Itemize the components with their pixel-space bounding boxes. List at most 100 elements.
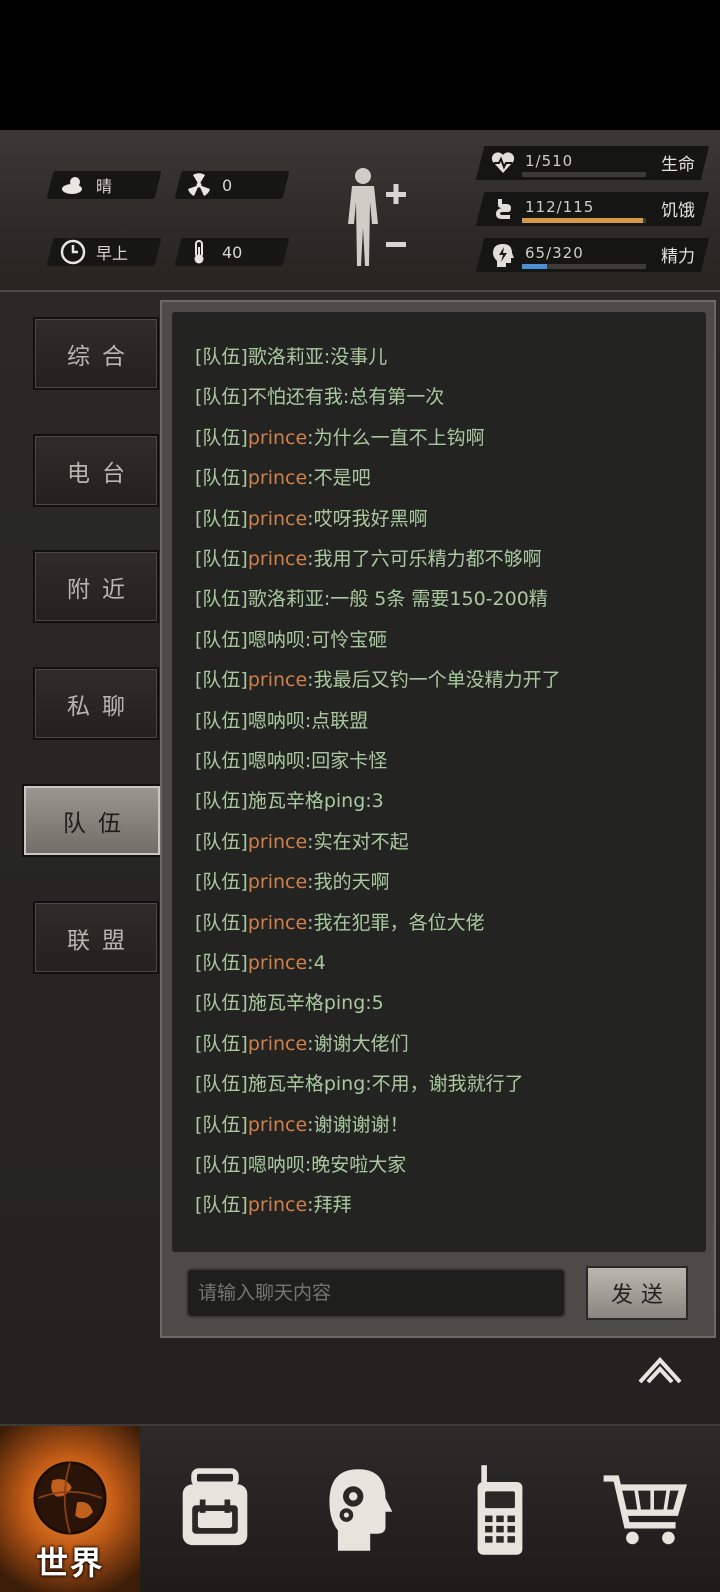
message-channel: [队伍] <box>195 709 248 732</box>
message-sender[interactable]: prince <box>248 1114 307 1136</box>
chat-message: [队伍]prince:不是吧 <box>195 463 371 490</box>
chat-message-list[interactable]: [队伍]歌洛莉亚:没事儿 [队伍]不怕还有我:总有第一次 [队伍]prince:为什… <box>172 312 706 1252</box>
stomach-icon <box>496 199 511 219</box>
chat-message: [队伍]prince:我在犯罪，各位大佬 <box>195 908 485 935</box>
message-channel: [队伍] <box>195 871 248 894</box>
chat-input[interactable] <box>186 1268 566 1318</box>
tab-label: 综合 <box>67 343 137 370</box>
message-channel: [队伍] <box>195 1154 248 1176</box>
send-label: 发送 <box>610 1283 671 1308</box>
stat-health-label: 生命 <box>661 155 695 175</box>
stat-hunger-bar <box>522 218 646 223</box>
weather-text: 晴 <box>96 177 113 196</box>
radiation-icon <box>188 173 210 196</box>
message-channel: [队伍] <box>195 1032 248 1055</box>
message-channel: [队伍] <box>195 467 248 490</box>
tab-team[interactable]: 队伍 <box>22 784 162 857</box>
radiation-value: 0 <box>222 175 233 195</box>
message-channel: [队伍] <box>195 911 248 934</box>
chat-message: [队伍]嗯呐呗:可怜宝砸 <box>195 625 387 652</box>
body-status-button[interactable] <box>338 166 418 270</box>
tab-nearby[interactable]: 附近 <box>33 550 159 623</box>
message-text: :哎呀我好黑啊 <box>307 507 428 530</box>
message-channel: [队伍] <box>195 346 248 368</box>
message-sender[interactable]: 施瓦辛格ping <box>248 790 365 812</box>
message-text: :实在对不起 <box>307 830 409 853</box>
nav-radio[interactable] <box>430 1426 570 1592</box>
chat-message: [队伍]prince:4 <box>195 948 326 975</box>
message-text: :拜拜 <box>307 1194 352 1217</box>
message-sender[interactable]: prince <box>248 508 307 530</box>
message-sender[interactable]: 嗯呐呗 <box>248 629 305 651</box>
message-sender[interactable]: prince <box>248 831 307 853</box>
time-of-day-text: 早上 <box>96 244 129 263</box>
chat-screen: 综合 电台 附近 私聊 队伍 联盟 [队伍]歌洛莉亚:没事儿 [队伍]不怕还有我:… <box>0 292 720 1424</box>
message-sender[interactable]: prince <box>248 467 307 489</box>
message-channel: [队伍] <box>195 750 248 772</box>
stat-hunger-label: 饥饿 <box>661 201 695 221</box>
chat-message: [队伍]prince:我最后又钓一个单没精力开了 <box>195 665 561 692</box>
stat-hunger: 112/115 饥饿 <box>475 192 710 226</box>
chat-message: [队伍]prince:谢谢大佬们 <box>195 1029 409 1056</box>
message-sender[interactable]: prince <box>248 912 307 934</box>
tab-label: 联盟 <box>67 927 137 954</box>
message-sender[interactable]: prince <box>248 1194 307 1216</box>
backpack-icon <box>182 1468 248 1546</box>
nav-world[interactable]: 世界 <box>0 1426 140 1592</box>
tab-general[interactable]: 综合 <box>33 317 159 390</box>
thermometer-icon <box>194 240 204 264</box>
message-sender[interactable]: 嗯呐呗 <box>248 750 305 772</box>
message-text: :一般 5条 需要150-200精 <box>323 588 548 611</box>
message-text: :为什么一直不上钩啊 <box>307 426 485 449</box>
message-channel: [队伍] <box>195 507 248 530</box>
chat-message: [队伍]嗯呐呗:晚安啦大家 <box>195 1150 406 1177</box>
message-text: :不是吧 <box>307 467 371 490</box>
nav-shop[interactable] <box>570 1426 720 1592</box>
message-text: :我在犯罪，各位大佬 <box>307 911 485 934</box>
chat-message: [队伍]prince:我的天啊 <box>195 867 390 894</box>
stat-energy-value: 65/320 <box>525 244 584 262</box>
message-text: :回家卡怪 <box>304 750 388 772</box>
message-sender[interactable]: prince <box>248 669 307 691</box>
chat-message: [队伍]施瓦辛格ping:不用，谢我就行了 <box>195 1069 524 1096</box>
chat-message: [队伍]prince:为什么一直不上钩啊 <box>195 423 485 450</box>
message-sender[interactable]: prince <box>248 871 307 893</box>
send-button[interactable]: 发送 <box>586 1266 688 1320</box>
message-sender[interactable]: prince <box>248 427 307 449</box>
nav-world-label: 世界 <box>35 1544 104 1582</box>
nav-skills[interactable] <box>290 1426 430 1592</box>
chat-message: [队伍]歌洛莉亚:一般 5条 需要150-200精 <box>195 584 548 611</box>
tab-label: 队伍 <box>63 810 133 837</box>
message-sender[interactable]: prince <box>248 548 307 570</box>
walkie-talkie-icon <box>477 1465 523 1555</box>
tab-radio[interactable]: 电台 <box>33 434 159 507</box>
tab-private[interactable]: 私聊 <box>33 667 159 740</box>
chat-message: [队伍]不怕还有我:总有第一次 <box>195 382 444 409</box>
collapse-up-icon[interactable] <box>636 1350 684 1386</box>
message-channel: [队伍] <box>195 1113 248 1136</box>
body-figure-icon <box>348 168 406 266</box>
message-text: :总有第一次 <box>342 386 445 409</box>
stat-hunger-value: 112/115 <box>525 198 595 216</box>
message-sender[interactable]: 嗯呐呗 <box>248 710 305 732</box>
nav-backpack[interactable] <box>140 1426 290 1592</box>
stat-health-bar <box>522 172 646 177</box>
message-sender[interactable]: 歌洛莉亚 <box>248 346 324 368</box>
chat-message: [队伍]prince:我用了六可乐精力都不够啊 <box>195 544 542 571</box>
stat-energy: 65/320 精力 <box>475 238 710 272</box>
message-text: :3 <box>365 790 384 813</box>
message-sender[interactable]: 施瓦辛格ping <box>248 1073 365 1095</box>
message-sender[interactable]: 歌洛莉亚 <box>248 588 324 610</box>
message-sender[interactable]: 施瓦辛格ping <box>248 992 365 1014</box>
message-sender[interactable]: prince <box>248 1033 307 1055</box>
tab-label: 附近 <box>67 576 137 603</box>
tab-label: 电台 <box>67 460 137 487</box>
temperature-value: 40 <box>222 242 243 262</box>
message-text: :可怜宝砸 <box>304 628 388 651</box>
energy-head-icon <box>493 244 514 267</box>
tab-alliance[interactable]: 联盟 <box>33 901 159 974</box>
chat-message: [队伍]prince:哎呀我好黑啊 <box>195 504 428 531</box>
message-sender[interactable]: 不怕还有我 <box>248 386 343 408</box>
message-sender[interactable]: prince <box>248 952 307 974</box>
message-sender[interactable]: 嗯呐呗 <box>248 1154 305 1176</box>
